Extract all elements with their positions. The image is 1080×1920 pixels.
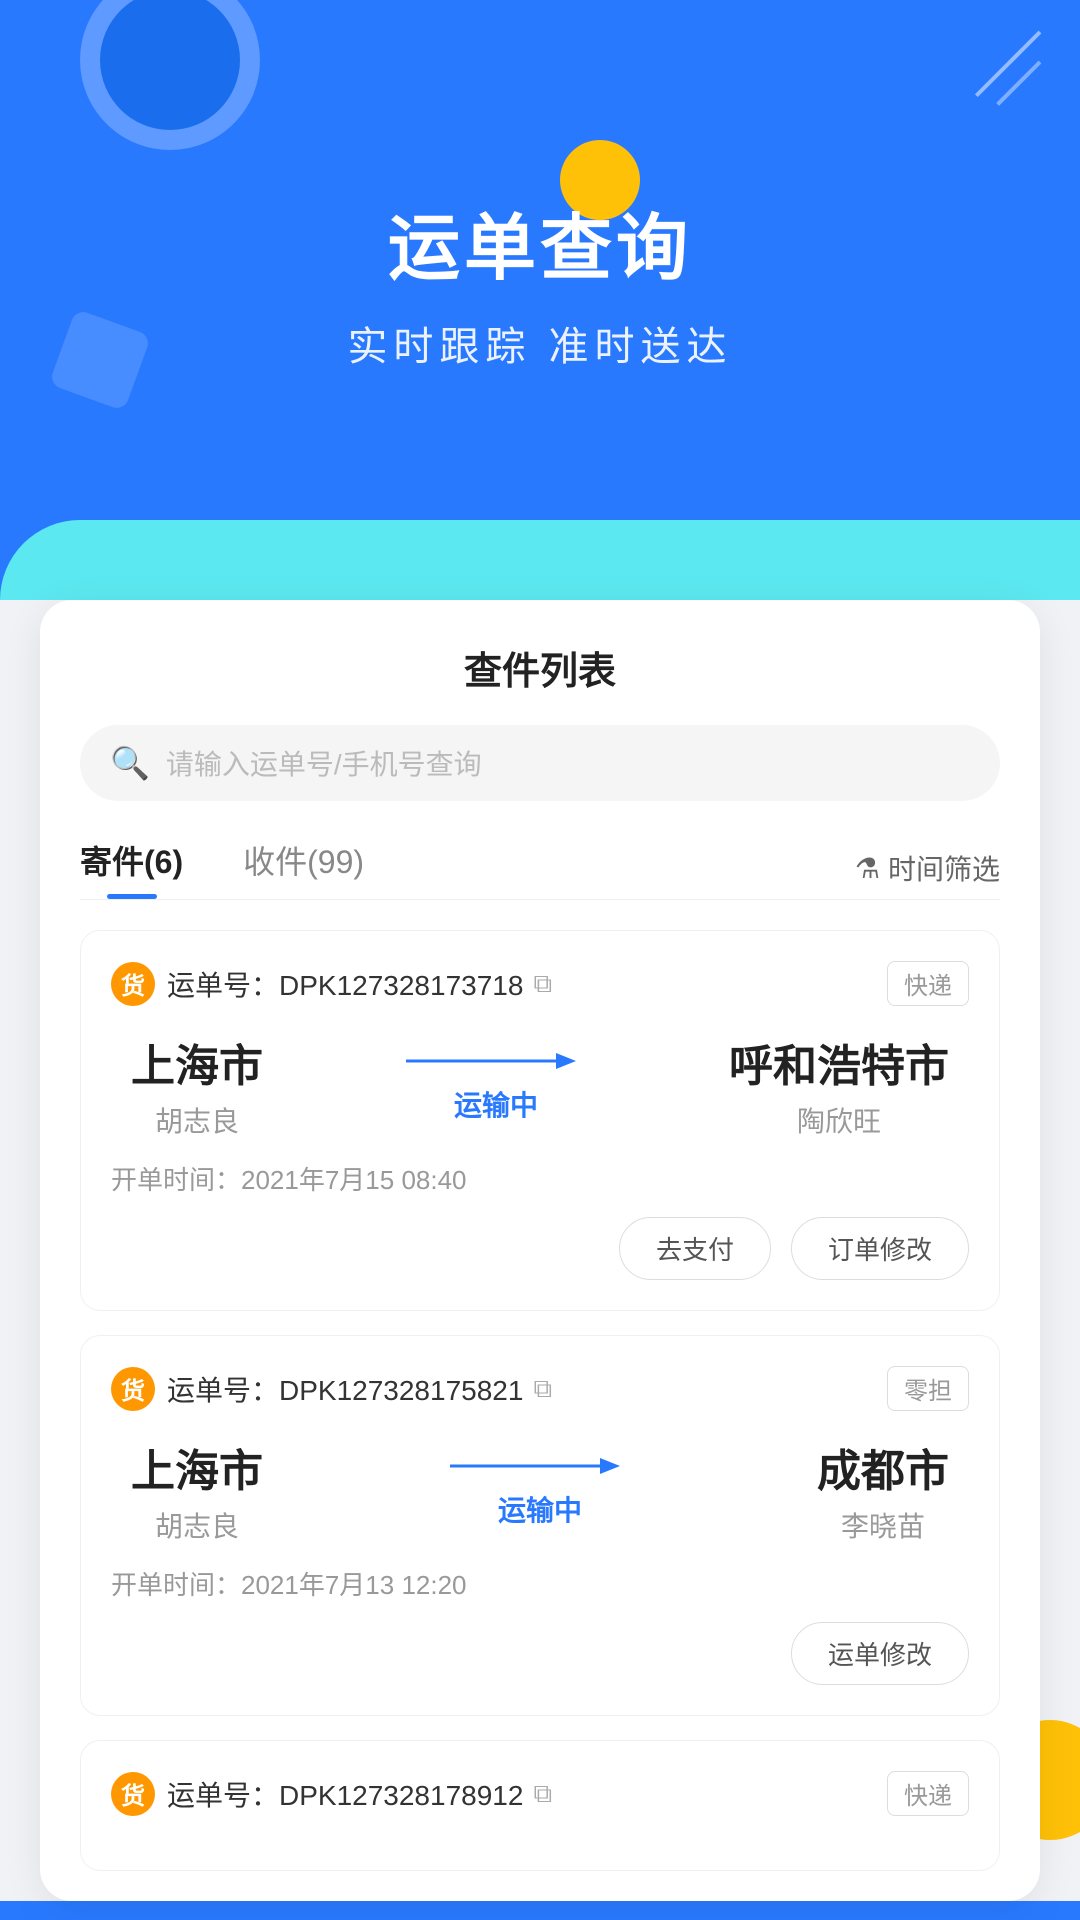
package-icon-1: 货 xyxy=(111,1367,155,1411)
hero-section: 运单查询 实时跟踪 准时送达 xyxy=(0,0,1080,520)
hero-title: 运单查询 xyxy=(388,189,692,294)
package-icon-2: 货 xyxy=(111,1772,155,1816)
package-waybill-1: 运单号：DPK127328175821 xyxy=(167,1369,523,1409)
hero-subtitle: 实时跟踪 准时送达 xyxy=(347,314,732,372)
package-time-1: 开单时间：2021年7月13 12:20 xyxy=(111,1565,969,1602)
route-from-0: 上海市 胡志良 xyxy=(131,1030,263,1140)
to-city-1: 成都市 xyxy=(817,1435,949,1499)
search-bar[interactable]: 🔍 请输入运单号/手机号查询 xyxy=(80,725,1000,801)
copy-icon-1[interactable]: ⧉ xyxy=(533,1373,552,1405)
route-arrow-0 xyxy=(406,1046,586,1076)
from-person-1: 胡志良 xyxy=(131,1505,263,1545)
hero-circle-decoration xyxy=(80,0,260,150)
action-btn-modify-0[interactable]: 订单修改 xyxy=(791,1217,969,1280)
hero-line-decoration-1 xyxy=(975,31,1041,97)
package-time-0: 开单时间：2021年7月15 08:40 xyxy=(111,1160,969,1197)
package-header-left-1: 货 运单号：DPK127328175821 ⧉ xyxy=(111,1367,552,1411)
package-header-left-0: 货 运单号：DPK127328173718 ⧉ xyxy=(111,962,552,1006)
package-actions-1: 运单修改 xyxy=(111,1622,969,1685)
route-status-1: 运输中 xyxy=(498,1489,582,1529)
route-middle-1: 运输中 xyxy=(293,1451,787,1529)
package-waybill-0: 运单号：DPK127328173718 xyxy=(167,964,523,1004)
package-card-2: 货 运单号：DPK127328178912 ⧉ 快递 xyxy=(80,1740,1000,1871)
main-container: 查件列表 🔍 请输入运单号/手机号查询 寄件(6) 收件(99) ⚗ 时间筛选 xyxy=(0,600,1080,1901)
tabs: 寄件(6) 收件(99) ⚗ 时间筛选 xyxy=(80,837,1000,900)
package-type-1: 零担 xyxy=(887,1366,969,1411)
package-header-2: 货 运单号：DPK127328178912 ⧉ 快递 xyxy=(111,1771,969,1816)
package-icon-0: 货 xyxy=(111,962,155,1006)
package-header-left-2: 货 运单号：DPK127328178912 ⧉ xyxy=(111,1772,552,1816)
package-waybill-2: 运单号：DPK127328178912 xyxy=(167,1774,523,1814)
route-status-0: 运输中 xyxy=(454,1084,538,1124)
filter-label: 时间筛选 xyxy=(888,848,1000,888)
package-type-0: 快递 xyxy=(887,961,969,1006)
filter-icon: ⚗ xyxy=(855,852,880,885)
package-header-0: 货 运单号：DPK127328173718 ⧉ 快递 xyxy=(111,961,969,1006)
route-to-1: 成都市 李晓苗 xyxy=(817,1435,949,1545)
tab-filter[interactable]: ⚗ 时间筛选 xyxy=(855,848,1000,888)
package-header-1: 货 运单号：DPK127328175821 ⧉ 零担 xyxy=(111,1366,969,1411)
to-city-0: 呼和浩特市 xyxy=(729,1030,949,1094)
route-section-1: 上海市 胡志良 运输中 成 xyxy=(111,1435,969,1545)
list-title: 查件列表 xyxy=(80,640,1000,695)
to-person-0: 陶欣旺 xyxy=(729,1100,949,1140)
route-section-0: 上海市 胡志良 运输中 呼 xyxy=(111,1030,969,1140)
route-to-0: 呼和浩特市 陶欣旺 xyxy=(729,1030,949,1140)
to-person-1: 李晓苗 xyxy=(817,1505,949,1545)
from-city-0: 上海市 xyxy=(131,1030,263,1094)
search-icon: 🔍 xyxy=(110,744,150,782)
route-from-1: 上海市 胡志良 xyxy=(131,1435,263,1545)
search-input-placeholder: 请输入运单号/手机号查询 xyxy=(166,743,482,783)
action-btn-modify-1[interactable]: 运单修改 xyxy=(791,1622,969,1685)
package-card-1: 货 运单号：DPK127328175821 ⧉ 零担 上海市 胡志良 xyxy=(80,1335,1000,1716)
package-actions-0: 去支付 订单修改 xyxy=(111,1217,969,1280)
hero-shape-decoration xyxy=(49,309,152,412)
arrow-svg-0 xyxy=(406,1046,586,1076)
tab-sent[interactable]: 寄件(6) xyxy=(80,837,183,899)
action-btn-pay-0[interactable]: 去支付 xyxy=(619,1217,771,1280)
from-person-0: 胡志良 xyxy=(131,1100,263,1140)
copy-icon-2[interactable]: ⧉ xyxy=(533,1778,552,1810)
route-arrow-1 xyxy=(450,1451,630,1481)
card-wrapper: 查件列表 🔍 请输入运单号/手机号查询 寄件(6) 收件(99) ⚗ 时间筛选 xyxy=(40,600,1040,1901)
arrow-svg-1 xyxy=(450,1451,630,1481)
route-middle-0: 运输中 xyxy=(293,1046,699,1124)
package-card-0: 货 运单号：DPK127328173718 ⧉ 快递 上海市 胡志良 xyxy=(80,930,1000,1311)
list-card: 查件列表 🔍 请输入运单号/手机号查询 寄件(6) 收件(99) ⚗ 时间筛选 xyxy=(40,600,1040,1901)
tab-received[interactable]: 收件(99) xyxy=(243,837,364,899)
from-city-1: 上海市 xyxy=(131,1435,263,1499)
package-type-2: 快递 xyxy=(887,1771,969,1816)
copy-icon-0[interactable]: ⧉ xyxy=(533,968,552,1000)
